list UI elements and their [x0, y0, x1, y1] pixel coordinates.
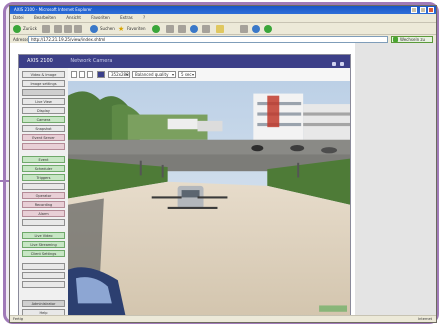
sidebar-item-blank-4[interactable]	[22, 219, 65, 226]
menu-bar: Datei Bearbeiten Ansicht Favoriten Extra…	[10, 14, 436, 22]
extra-icon-1[interactable]	[240, 25, 248, 33]
live-video-image[interactable]	[68, 81, 350, 317]
folder-icon[interactable]	[216, 25, 224, 33]
sidebar-item-client-settings[interactable]: Client Settings	[22, 250, 65, 257]
search-icon[interactable]	[90, 25, 98, 33]
sidebar-item-blank-6[interactable]	[22, 272, 65, 279]
sidebar-item-blank-1[interactable]	[22, 89, 65, 96]
extra-icon-2[interactable]	[252, 25, 260, 33]
back-label[interactable]: Zurück	[23, 25, 37, 33]
app-title: AXIS 2100	[27, 58, 53, 64]
sidebar-item-live-video[interactable]: Live Video	[22, 232, 65, 239]
sidebar-item-event[interactable]: Event	[22, 156, 65, 163]
sidebar: Video & Image Image settings Live View D…	[19, 68, 69, 321]
sidebar-item-camera[interactable]: Camera	[22, 116, 65, 123]
address-input[interactable]: http://172.21.19.25/view/index.shtml	[28, 36, 388, 43]
refresh-icon[interactable]	[64, 25, 72, 33]
empty-page-area	[355, 43, 436, 316]
favorites-label[interactable]: Favoriten	[127, 25, 146, 33]
browser-window: AXIS 2100 - Microsoft Internet Explorer …	[9, 5, 437, 323]
extra-icon-3[interactable]	[264, 25, 272, 33]
menu-favorites[interactable]: Favoriten	[91, 15, 110, 20]
resolution-select[interactable]: 352x288	[108, 71, 130, 78]
search-label[interactable]: Suchen	[100, 25, 115, 33]
sidebar-item-scheduler[interactable]: Scheduler	[22, 165, 65, 172]
menu-help[interactable]: ?	[143, 15, 145, 20]
sidebar-item-operator[interactable]: Operator	[22, 192, 65, 199]
sidebar-item-alarm[interactable]: Alarm	[22, 210, 65, 217]
sidebar-item-triggers[interactable]: Triggers	[22, 174, 65, 181]
browser-title: AXIS 2100 - Microsoft Internet Explorer	[14, 7, 92, 12]
sidebar-item-administrator[interactable]: Administrator	[22, 300, 65, 307]
help-icon[interactable]	[332, 62, 337, 66]
forward-icon[interactable]	[42, 25, 50, 33]
home-link-icon[interactable]	[340, 62, 344, 66]
sidebar-item-blank-2[interactable]	[22, 143, 65, 150]
menu-edit[interactable]: Bearbeiten	[34, 15, 56, 20]
back-icon[interactable]	[13, 25, 21, 33]
camera-app: AXIS 2100 Network Camera Video & Image I…	[18, 54, 351, 322]
app-header: AXIS 2100 Network Camera	[19, 55, 350, 68]
camera-scene-image	[68, 81, 350, 317]
mail-icon[interactable]	[166, 25, 174, 33]
sidebar-item-blank-3[interactable]	[22, 183, 65, 190]
sidebar-item-snapshot[interactable]: Snapshot	[22, 125, 65, 132]
previous-icon[interactable]	[71, 71, 77, 78]
menu-tools[interactable]: Extras	[120, 15, 133, 20]
go-arrow-icon	[393, 37, 398, 42]
stop-icon[interactable]	[54, 25, 62, 33]
app-product-name: Network Camera	[70, 58, 113, 64]
snapshot-icon[interactable]	[97, 71, 105, 78]
compression-select[interactable]: Balanced quality	[132, 71, 176, 78]
status-text: Fertig	[13, 317, 23, 321]
sidebar-item-blank-5[interactable]	[22, 263, 65, 270]
stop-video-icon[interactable]	[87, 71, 93, 78]
sidebar-item-live-streaming[interactable]: Live Streaming	[22, 241, 65, 248]
sidebar-item-blank-7[interactable]	[22, 281, 65, 288]
home-icon[interactable]	[74, 25, 82, 33]
go-label: Wechseln zu	[400, 37, 426, 42]
close-button[interactable]	[428, 7, 434, 13]
favorites-icon[interactable]: ★	[118, 25, 126, 33]
menu-view[interactable]: Ansicht	[66, 15, 81, 20]
history-icon[interactable]	[152, 25, 160, 33]
maximize-button[interactable]	[419, 7, 426, 13]
play-icon[interactable]	[79, 71, 85, 78]
sidebar-item-live-view[interactable]: Live View	[22, 98, 65, 105]
print-icon[interactable]	[178, 25, 186, 33]
security-zone: Internet	[418, 317, 432, 321]
refresh-select[interactable]: 5 sec	[178, 71, 196, 78]
menu-file[interactable]: Datei	[13, 15, 24, 20]
sidebar-item-image-settings[interactable]: Image settings	[22, 80, 65, 87]
page-content: AXIS 2100 Network Camera Video & Image I…	[10, 43, 436, 322]
browser-title-bar: AXIS 2100 - Microsoft Internet Explorer	[10, 6, 436, 14]
minimize-button[interactable]	[411, 7, 418, 13]
sidebar-item-display[interactable]: Display	[22, 107, 65, 114]
video-controls: 352x288 Balanced quality 5 sec	[68, 68, 350, 82]
discuss-icon[interactable]	[202, 25, 210, 33]
edit-icon[interactable]	[190, 25, 198, 33]
sidebar-item-recording[interactable]: Recording	[22, 201, 65, 208]
go-button[interactable]: Wechseln zu	[391, 36, 433, 43]
browser-status-bar: Fertig Internet	[10, 315, 436, 322]
sidebar-item-event-server[interactable]: Event Server	[22, 134, 65, 141]
sidebar-item-video-image[interactable]: Video & Image	[22, 71, 65, 78]
